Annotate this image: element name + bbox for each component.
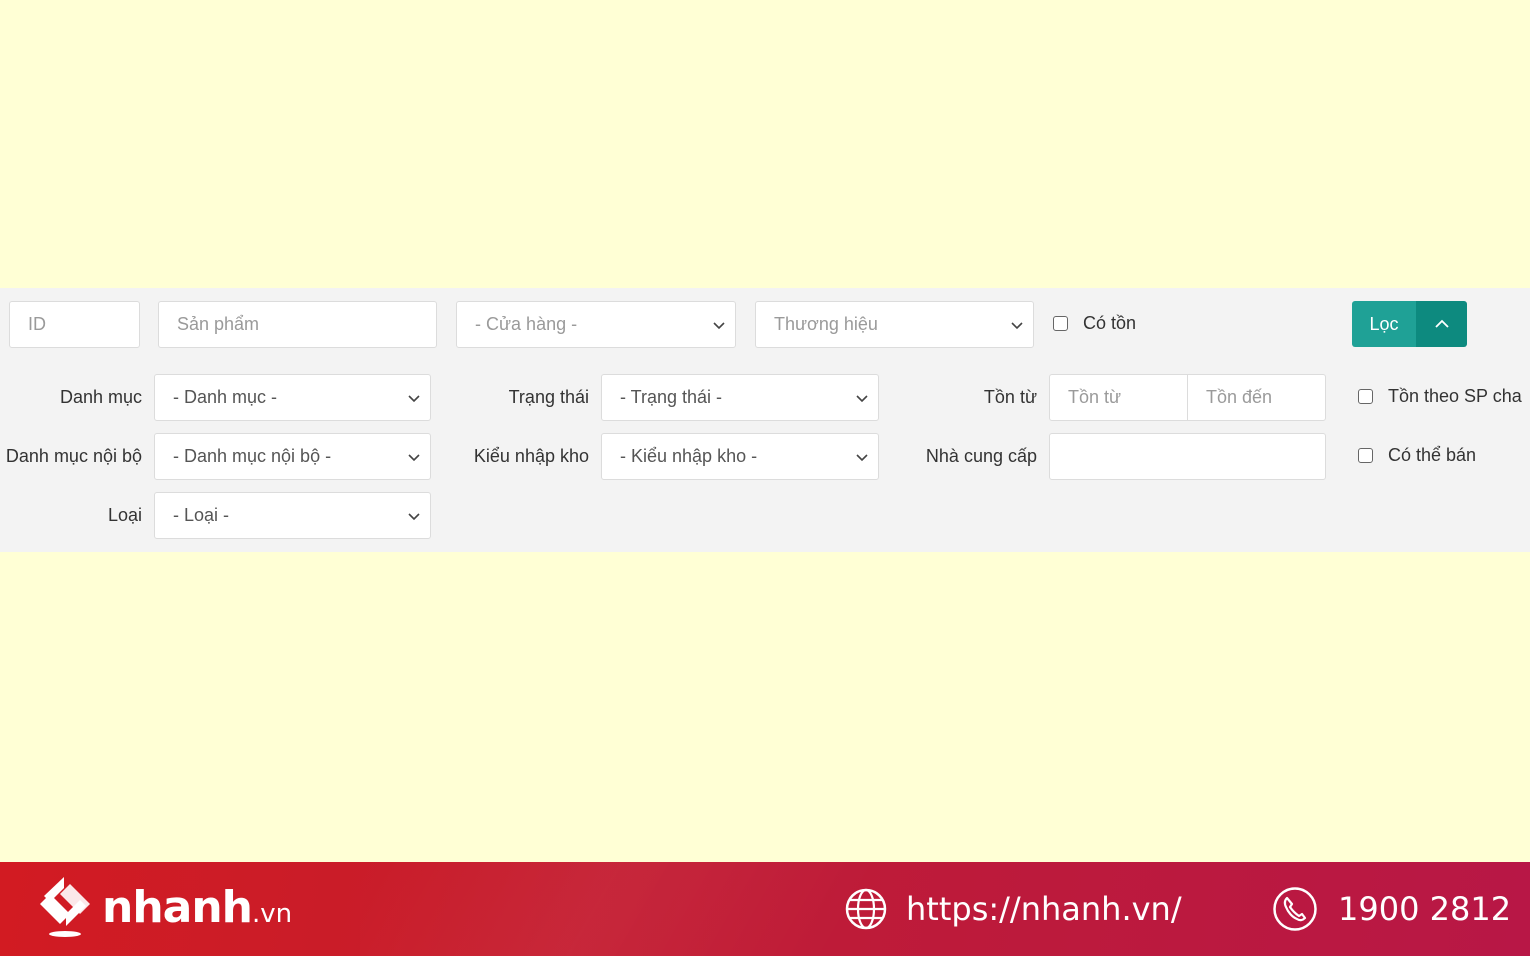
stock-to-placeholder: Tồn đến [1206,387,1273,407]
sellable-checkbox-wrap[interactable]: Có thể bán [1358,432,1476,479]
type-select-value: - Loại - [173,505,230,525]
chevron-up-icon [1434,319,1449,328]
status-select-value: - Trạng thái - [620,387,723,407]
in-stock-checkbox[interactable] [1053,316,1068,331]
sellable-checkbox[interactable] [1358,448,1373,463]
category-label: Danh mục [59,387,142,407]
nhanh-logo-icon [40,877,90,937]
chevron-down-icon [408,395,420,403]
stock-from-placeholder: Tồn từ [1068,387,1122,407]
store-select-value: - Cửa hàng - [475,314,578,334]
stock-range-label: Tồn từ [983,387,1037,407]
stock-by-parent-checkbox-wrap[interactable]: Tồn theo SP cha [1358,373,1522,420]
chevron-down-icon [408,454,420,462]
filter-button[interactable]: Lọc [1352,301,1416,347]
chevron-down-icon [856,395,868,403]
category-select-value: - Danh mục - [173,387,278,407]
import-type-label: Kiểu nhập kho [473,446,589,466]
product-placeholder: Sản phẩm [177,314,260,334]
chevron-down-icon [408,513,420,521]
status-label: Trạng thái [508,387,589,407]
type-select[interactable]: - Loại - [154,492,431,539]
website-url: https://nhanh.vn/ [906,890,1182,928]
chevron-down-icon [1011,322,1023,330]
brand-name: nhanh [102,881,253,933]
supplier-label: Nhà cung cấp [925,446,1037,466]
phone-icon [1273,887,1317,931]
internal-category-select-value: - Danh mục nội bộ - [173,446,332,466]
brand-select[interactable]: Thương hiệu [755,301,1034,348]
stock-to-input[interactable]: Tồn đến [1187,374,1326,421]
supplier-input[interactable] [1049,433,1326,480]
category-select[interactable]: - Danh mục - [154,374,431,421]
chevron-down-icon [713,322,725,330]
brand-select-value: Thương hiệu [774,314,878,334]
website-link[interactable]: https://nhanh.vn/ [844,884,1182,934]
collapse-filter-button[interactable] [1416,301,1467,347]
store-select[interactable]: - Cửa hàng - [456,301,736,348]
hotline-number: 1900 2812 [1338,890,1512,928]
brand-footer: nhanh .vn https://nhanh.vn/ 1900 2812 [0,862,1530,956]
nhanh-logo: nhanh .vn [36,872,292,942]
globe-icon [845,888,887,930]
internal-category-label: Danh mục nội bộ [5,446,142,466]
import-type-select[interactable]: - Kiểu nhập kho - [601,433,879,480]
type-label: Loại [107,505,142,525]
stock-from-input[interactable]: Tồn từ [1049,374,1188,421]
stock-by-parent-checkbox[interactable] [1358,389,1373,404]
in-stock-label: Có tồn [1083,313,1137,333]
chevron-down-icon [856,454,868,462]
status-select[interactable]: - Trạng thái - [601,374,879,421]
sellable-label: Có thể bán [1388,445,1477,465]
internal-category-select[interactable]: - Danh mục nội bộ - [154,433,431,480]
brand-tld: .vn [252,899,293,929]
id-input[interactable]: ID [9,301,140,348]
product-filter-panel: ID Sản phẩm - Cửa hàng - Thương hiệu Có … [0,288,1530,552]
in-stock-checkbox-wrap[interactable]: Có tồn [1053,300,1136,347]
import-type-select-value: - Kiểu nhập kho - [620,446,758,466]
id-placeholder: ID [28,314,46,334]
stock-by-parent-label: Tồn theo SP cha [1388,386,1522,406]
hotline-link[interactable]: 1900 2812 [1272,884,1511,934]
product-search-input[interactable]: Sản phẩm [158,301,437,348]
